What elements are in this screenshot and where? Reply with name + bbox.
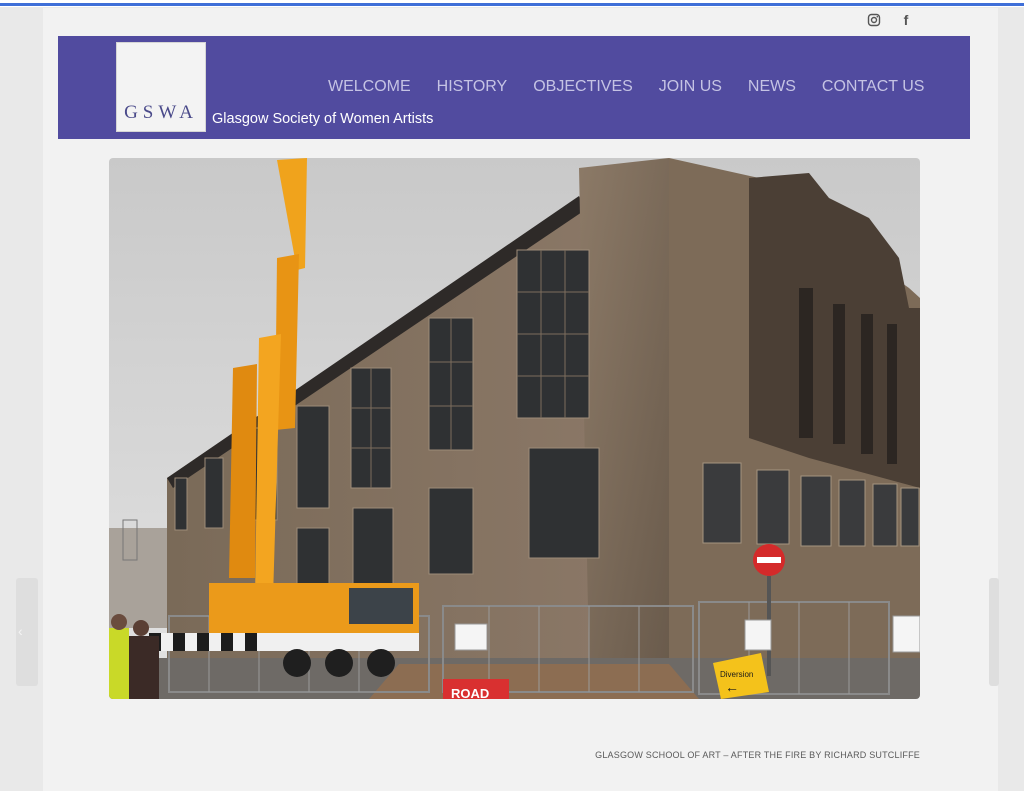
chevron-left-icon: ‹ — [18, 623, 23, 639]
slider-prev-button[interactable]: ‹ — [16, 578, 38, 686]
main-nav: WELCOME HISTORY OBJECTIVES JOIN US NEWS … — [328, 78, 924, 96]
slider-caption: GLASGOW SCHOOL OF ART – AFTER THE FIRE B… — [595, 750, 920, 760]
nav-join-us[interactable]: JOIN US — [659, 78, 722, 96]
facebook-icon[interactable]: f — [899, 13, 913, 27]
nav-objectives[interactable]: OBJECTIVES — [533, 78, 633, 96]
nav-news[interactable]: NEWS — [748, 78, 796, 96]
nav-contact-us[interactable]: CONTACT US — [822, 78, 925, 96]
site-header: GSWA Glasgow Society of Women Artists WE… — [58, 36, 970, 139]
diversion-sign-text: Diversion — [720, 670, 753, 679]
site-tagline: Glasgow Society of Women Artists — [212, 111, 434, 127]
site-logo[interactable]: GSWA — [116, 42, 206, 132]
slider-next-button[interactable] — [989, 578, 999, 686]
nav-welcome[interactable]: WELCOME — [328, 78, 411, 96]
svg-text:←: ← — [725, 679, 739, 695]
instagram-icon[interactable] — [867, 13, 881, 27]
logo-text: GSWA — [124, 102, 198, 123]
nav-history[interactable]: HISTORY — [437, 78, 508, 96]
slider-image: Diversion ← ROAD — [109, 158, 920, 699]
road-sign-text: ROAD — [451, 686, 489, 699]
building-photo: Diversion ← ROAD — [109, 158, 920, 699]
browser-accent-line — [0, 3, 1024, 6]
social-links: f — [867, 12, 913, 28]
browser-top-bar — [0, 0, 1024, 7]
